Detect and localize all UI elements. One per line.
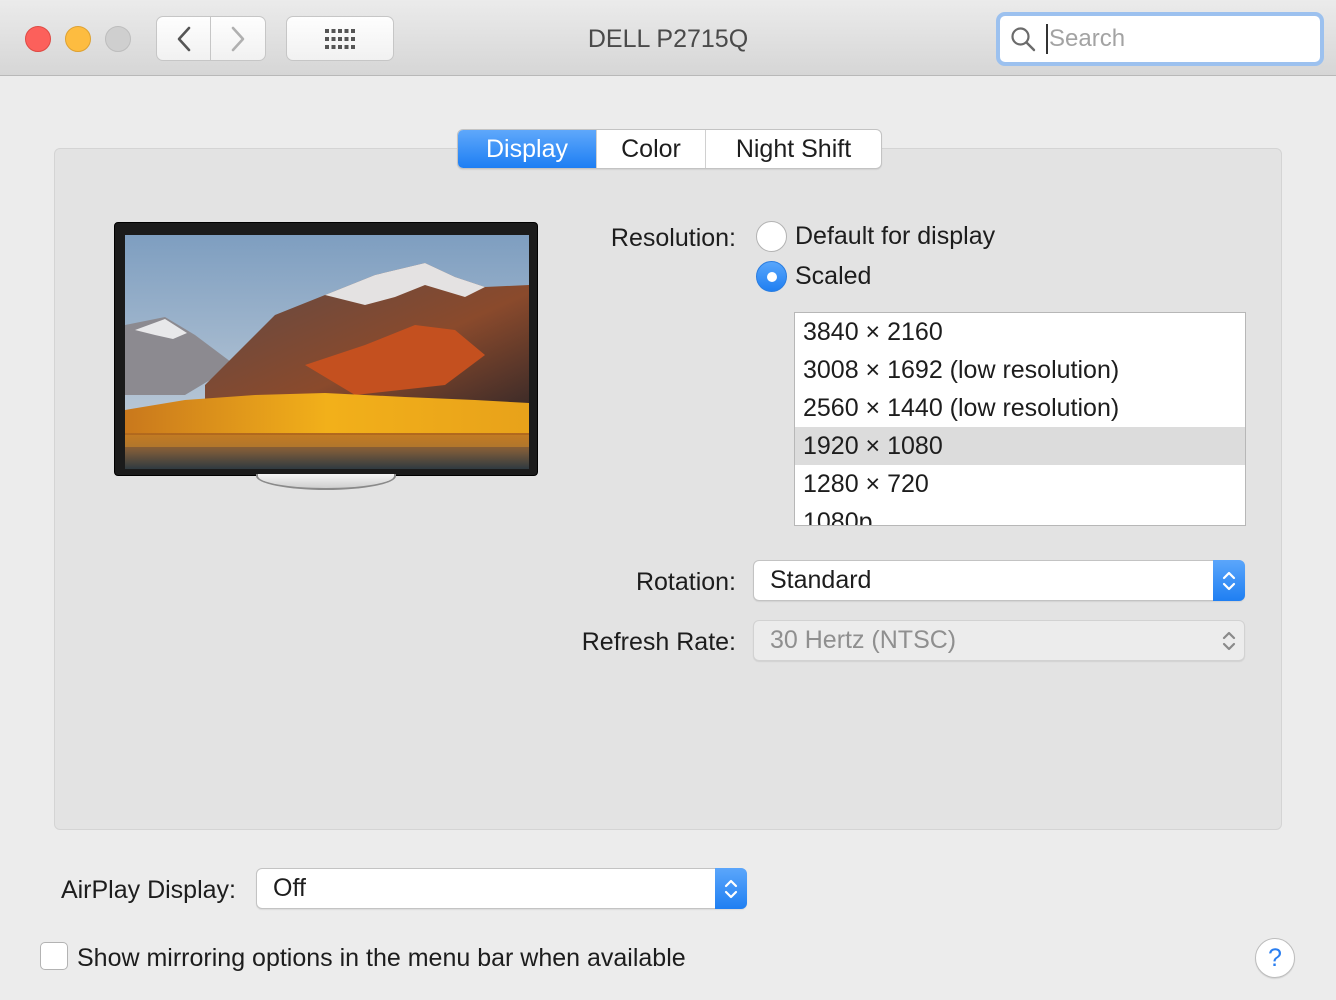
search-field[interactable] <box>996 12 1324 66</box>
tab-night-shift[interactable]: Night Shift <box>705 130 881 168</box>
refresh-rate-label: Refresh Rate: <box>581 628 736 656</box>
help-button[interactable]: ? <box>1255 938 1295 978</box>
title-bar: DELL P2715Q <box>0 0 1336 76</box>
tab-color[interactable]: Color <box>596 130 705 168</box>
radio-label: Scaled <box>795 262 872 290</box>
airplay-display-select[interactable]: Off <box>256 868 747 909</box>
show-mirroring-checkbox[interactable] <box>40 942 68 970</box>
resolution-item[interactable]: 1280 × 720 <box>795 465 1245 503</box>
refresh-rate-select: 30 Hertz (NTSC) <box>753 620 1245 661</box>
rotation-value: Standard <box>770 566 872 594</box>
updown-arrows-icon <box>1213 620 1245 661</box>
resolution-item-selected[interactable]: 1920 × 1080 <box>795 427 1245 465</box>
search-icon <box>1011 27 1036 52</box>
display-preview <box>114 222 538 476</box>
rotation-label: Rotation: <box>635 568 736 596</box>
resolution-list[interactable]: 3840 × 2160 3008 × 1692 (low resolution)… <box>794 312 1246 526</box>
resolution-item[interactable]: 2560 × 1440 (low resolution) <box>795 389 1245 427</box>
radio-scaled[interactable]: Scaled <box>756 261 871 292</box>
airplay-display-value: Off <box>273 874 306 902</box>
airplay-display-label: AirPlay Display: <box>60 876 236 904</box>
resolution-label: Resolution: <box>610 224 736 252</box>
tab-bar: Display Color Night Shift <box>457 129 882 169</box>
resolution-item[interactable]: 3008 × 1692 (low resolution) <box>795 351 1245 389</box>
radio-label: Default for display <box>795 222 996 250</box>
radio-button[interactable] <box>756 221 787 252</box>
resolution-item[interactable]: 3840 × 2160 <box>795 313 1245 351</box>
resolution-item[interactable]: 1080p <box>795 503 1245 525</box>
rotation-select[interactable]: Standard <box>753 560 1245 601</box>
updown-arrows-icon <box>715 868 747 909</box>
radio-button-selected[interactable] <box>756 261 787 292</box>
updown-arrows-icon <box>1213 560 1245 601</box>
tab-display[interactable]: Display <box>458 130 596 168</box>
radio-default-for-display[interactable]: Default for display <box>756 221 995 252</box>
show-mirroring-label[interactable]: Show mirroring options in the menu bar w… <box>77 944 686 973</box>
desktop-wallpaper-image <box>125 235 529 469</box>
search-input[interactable] <box>1046 24 1306 54</box>
refresh-rate-value: 30 Hertz (NTSC) <box>770 626 957 654</box>
